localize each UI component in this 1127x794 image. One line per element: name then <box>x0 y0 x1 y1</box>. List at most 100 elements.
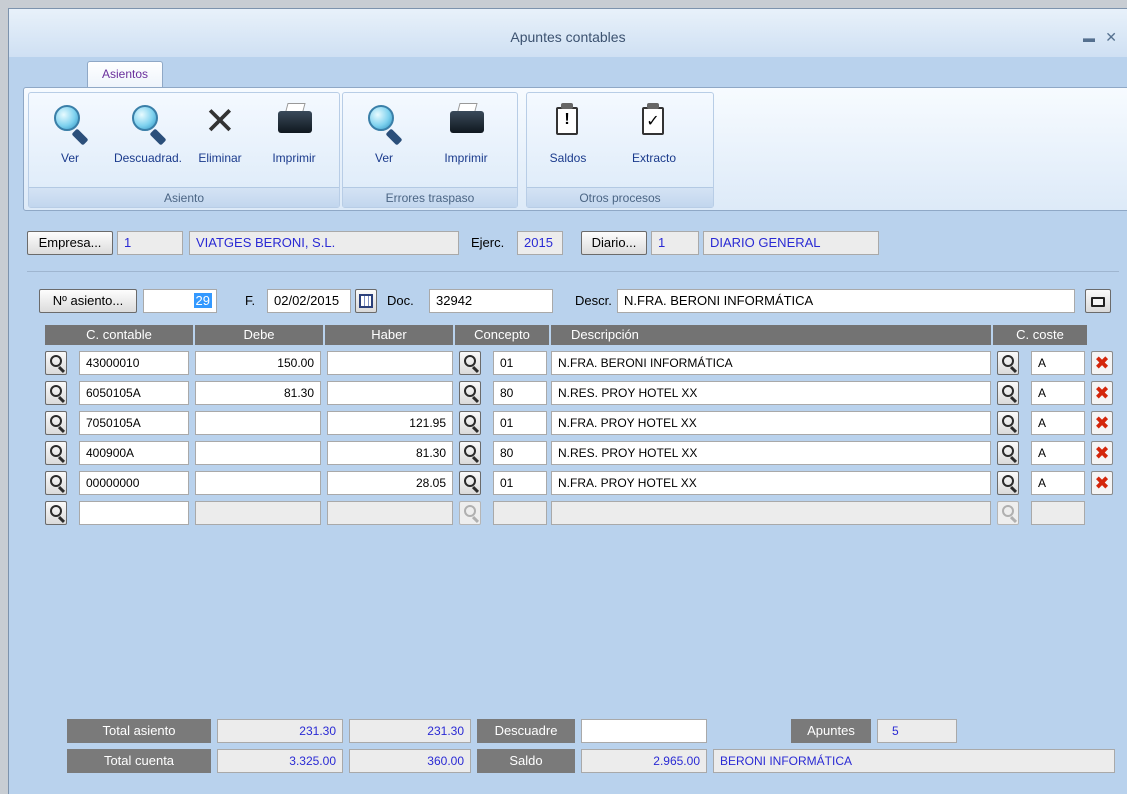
concepto-cell[interactable]: 01 <box>493 471 547 495</box>
debe-cell[interactable] <box>195 411 321 435</box>
search-cuenta-button[interactable] <box>45 441 67 465</box>
search-concepto-button[interactable] <box>459 381 481 405</box>
descripcion-cell[interactable]: N.RES. PROY HOTEL XX <box>551 381 991 405</box>
empresa-button[interactable]: Empresa... <box>27 231 113 255</box>
search-cuenta-button[interactable] <box>45 351 67 375</box>
coste-cell[interactable]: A <box>1031 411 1085 435</box>
concepto-cell[interactable]: 80 <box>493 381 547 405</box>
extracto-button[interactable]: ✓ Extracto <box>621 99 687 171</box>
clipboard-check-icon: ✓ <box>634 103 674 143</box>
magnifier-icon <box>364 103 404 146</box>
debe-cell[interactable]: 81.30 <box>195 381 321 405</box>
concepto-cell <box>493 501 547 525</box>
close-icon[interactable]: ✕ <box>1105 29 1117 46</box>
magnifier-icon <box>128 103 168 146</box>
search-coste-button <box>997 501 1019 525</box>
descuadrad-button[interactable]: Descuadrad. <box>114 99 182 171</box>
doc-label: Doc. <box>387 293 414 308</box>
fecha-field[interactable]: 02/02/2015 <box>267 289 351 313</box>
search-concepto-button[interactable] <box>459 441 481 465</box>
table-row-new <box>9 501 1127 525</box>
table-row: 00000000 28.05 01 N.FRA. PROY HOTEL XX A… <box>9 471 1127 495</box>
diario-name-field: DIARIO GENERAL <box>703 231 879 255</box>
delete-row-icon[interactable]: ✖ <box>1091 411 1113 435</box>
descripcion-cell[interactable]: N.FRA. PROY HOTEL XX <box>551 411 991 435</box>
folder-icon[interactable] <box>1085 289 1111 313</box>
concepto-cell[interactable]: 01 <box>493 351 547 375</box>
concepto-cell[interactable]: 01 <box>493 411 547 435</box>
cuenta-cell[interactable]: 00000000 <box>79 471 189 495</box>
descr-field[interactable]: N.FRA. BERONI INFORMÁTICA <box>617 289 1075 313</box>
doc-field[interactable]: 32942 <box>429 289 553 313</box>
debe-cell[interactable]: 150.00 <box>195 351 321 375</box>
coste-cell[interactable]: A <box>1031 471 1085 495</box>
search-coste-button[interactable] <box>997 381 1019 405</box>
saldo-label: Saldo <box>477 749 575 773</box>
debe-cell[interactable] <box>195 441 321 465</box>
eliminar-button[interactable]: ✕ Eliminar <box>187 99 253 171</box>
coste-cell[interactable]: A <box>1031 351 1085 375</box>
cuenta-cell[interactable]: 6050105A <box>79 381 189 405</box>
haber-cell[interactable] <box>327 351 453 375</box>
search-cuenta-button[interactable] <box>45 471 67 495</box>
search-coste-button[interactable] <box>997 441 1019 465</box>
diario-code-field[interactable]: 1 <box>651 231 699 255</box>
title-bar: Apuntes contables ▬ ✕ <box>9 9 1127 57</box>
empresa-code-field[interactable]: 1 <box>117 231 183 255</box>
coste-cell <box>1031 501 1085 525</box>
debe-cell[interactable] <box>195 471 321 495</box>
errores-imprimir-button[interactable]: Imprimir <box>433 99 499 171</box>
coste-cell[interactable]: A <box>1031 441 1085 465</box>
button-label: Ver <box>374 151 393 165</box>
search-cuenta-button[interactable] <box>45 411 67 435</box>
column-header-cuenta: C. contable <box>45 325 193 345</box>
table-row: 43000010 150.00 01 N.FRA. BERONI INFORMÁ… <box>9 351 1127 375</box>
cuenta-cell[interactable]: 7050105A <box>79 411 189 435</box>
tab-asientos[interactable]: Asientos <box>87 61 163 87</box>
numero-asiento-field[interactable]: 29 <box>143 289 217 313</box>
haber-cell[interactable]: 121.95 <box>327 411 453 435</box>
asiento-imprimir-button[interactable]: Imprimir <box>261 99 327 171</box>
search-concepto-button[interactable] <box>459 471 481 495</box>
search-coste-button[interactable] <box>997 351 1019 375</box>
ejerc-field[interactable]: 2015 <box>517 231 563 255</box>
coste-cell[interactable]: A <box>1031 381 1085 405</box>
button-label: Imprimir <box>444 151 488 165</box>
descripcion-cell[interactable]: N.FRA. PROY HOTEL XX <box>551 471 991 495</box>
errores-ver-button[interactable]: Ver <box>351 99 417 171</box>
search-cuenta-button[interactable] <box>45 381 67 405</box>
cuenta-cell[interactable]: 43000010 <box>79 351 189 375</box>
delete-row-icon[interactable]: ✖ <box>1091 471 1113 495</box>
search-coste-button[interactable] <box>997 471 1019 495</box>
cuenta-cell[interactable]: 400900A <box>79 441 189 465</box>
haber-cell <box>327 501 453 525</box>
group-label-errores: Errores traspaso <box>343 187 517 207</box>
search-concepto-button[interactable] <box>459 351 481 375</box>
delete-x-icon: ✕ <box>204 101 236 143</box>
descripcion-cell[interactable]: N.RES. PROY HOTEL XX <box>551 441 991 465</box>
delete-row-icon[interactable]: ✖ <box>1091 441 1113 465</box>
haber-cell[interactable]: 28.05 <box>327 471 453 495</box>
haber-cell[interactable]: 81.30 <box>327 441 453 465</box>
table-row: 400900A 81.30 80 N.RES. PROY HOTEL XX A … <box>9 441 1127 465</box>
cuenta-cell[interactable] <box>79 501 189 525</box>
saldos-button[interactable]: ! Saldos <box>535 99 601 171</box>
apuntes-label: Apuntes <box>791 719 871 743</box>
minimize-icon[interactable]: ▬ <box>1083 31 1095 45</box>
search-coste-button[interactable] <box>997 411 1019 435</box>
asiento-ver-button[interactable]: Ver <box>37 99 103 171</box>
descuadre-value <box>581 719 707 743</box>
ejerc-label: Ejerc. <box>471 235 505 250</box>
numero-asiento-button[interactable]: Nº asiento... <box>39 289 137 313</box>
diario-button[interactable]: Diario... <box>581 231 647 255</box>
search-concepto-button[interactable] <box>459 411 481 435</box>
total-cuenta-debe: 3.325.00 <box>217 749 343 773</box>
calendar-icon[interactable] <box>355 289 377 313</box>
delete-row-icon[interactable]: ✖ <box>1091 351 1113 375</box>
total-asiento-label: Total asiento <box>67 719 211 743</box>
concepto-cell[interactable]: 80 <box>493 441 547 465</box>
descripcion-cell[interactable]: N.FRA. BERONI INFORMÁTICA <box>551 351 991 375</box>
search-cuenta-button[interactable] <box>45 501 67 525</box>
haber-cell[interactable] <box>327 381 453 405</box>
delete-row-icon[interactable]: ✖ <box>1091 381 1113 405</box>
